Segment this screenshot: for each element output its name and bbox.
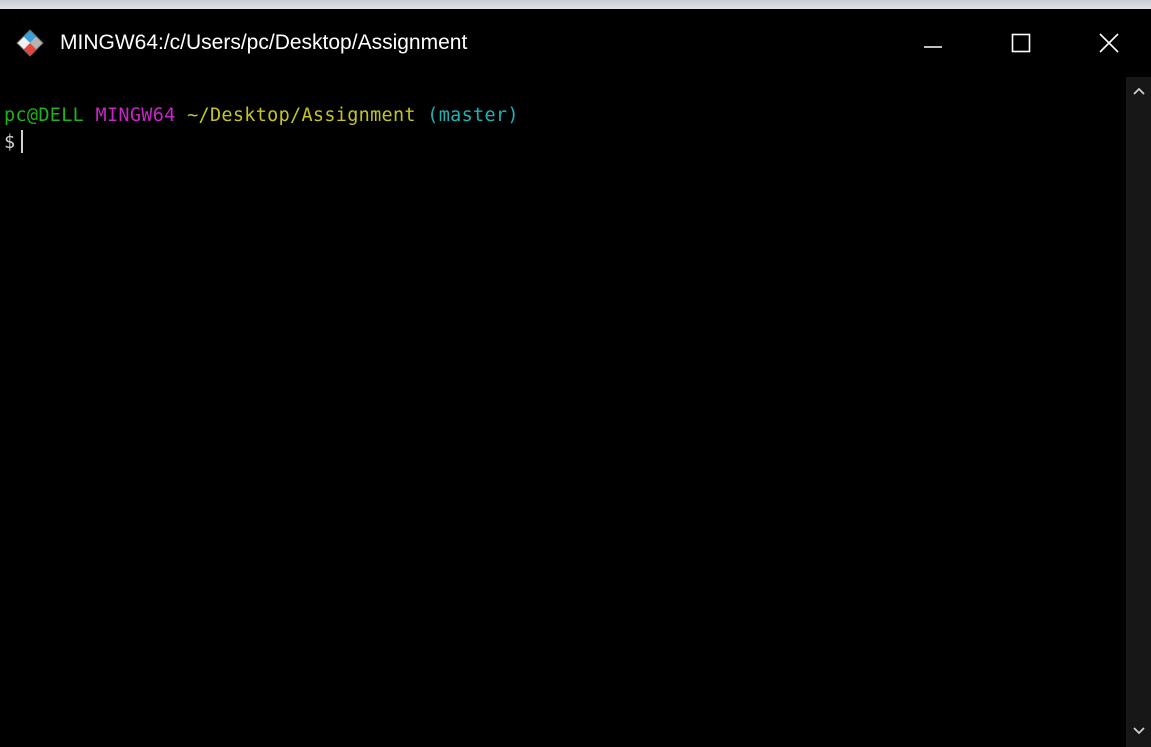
git-bash-icon	[16, 29, 44, 57]
terminal-output[interactable]: pc@DELL MINGW64 ~/Desktop/Assignment (ma…	[0, 77, 1126, 747]
close-button[interactable]	[1078, 18, 1140, 68]
prompt-symbol: $	[4, 132, 16, 153]
terminal-window: MINGW64:/c/Users/pc/Desktop/Assignment p…	[0, 0, 1151, 747]
prompt-path: ~/Desktop/Assignment	[187, 105, 416, 126]
input-line[interactable]: $	[4, 130, 24, 156]
chevron-down-icon	[1132, 723, 1146, 741]
vertical-scrollbar[interactable]	[1126, 77, 1151, 747]
minimize-icon	[922, 32, 944, 54]
scroll-up-button[interactable]	[1126, 79, 1151, 105]
prompt-line: pc@DELL MINGW64 ~/Desktop/Assignment (ma…	[4, 103, 519, 129]
prompt-branch: (master)	[427, 105, 519, 126]
close-icon	[1098, 32, 1120, 54]
minimize-button[interactable]	[902, 18, 964, 68]
maximize-icon	[1010, 32, 1032, 54]
scroll-down-button[interactable]	[1126, 719, 1151, 745]
window-title: MINGW64:/c/Users/pc/Desktop/Assignment	[60, 31, 468, 54]
chevron-up-icon	[1132, 83, 1146, 101]
prompt-user-host: pc@DELL	[4, 105, 85, 126]
prompt-system: MINGW64	[95, 105, 176, 126]
title-bar[interactable]: MINGW64:/c/Users/pc/Desktop/Assignment	[0, 9, 1151, 77]
maximize-button[interactable]	[990, 18, 1052, 68]
text-cursor	[21, 130, 24, 153]
window-top-edge	[0, 0, 1151, 9]
